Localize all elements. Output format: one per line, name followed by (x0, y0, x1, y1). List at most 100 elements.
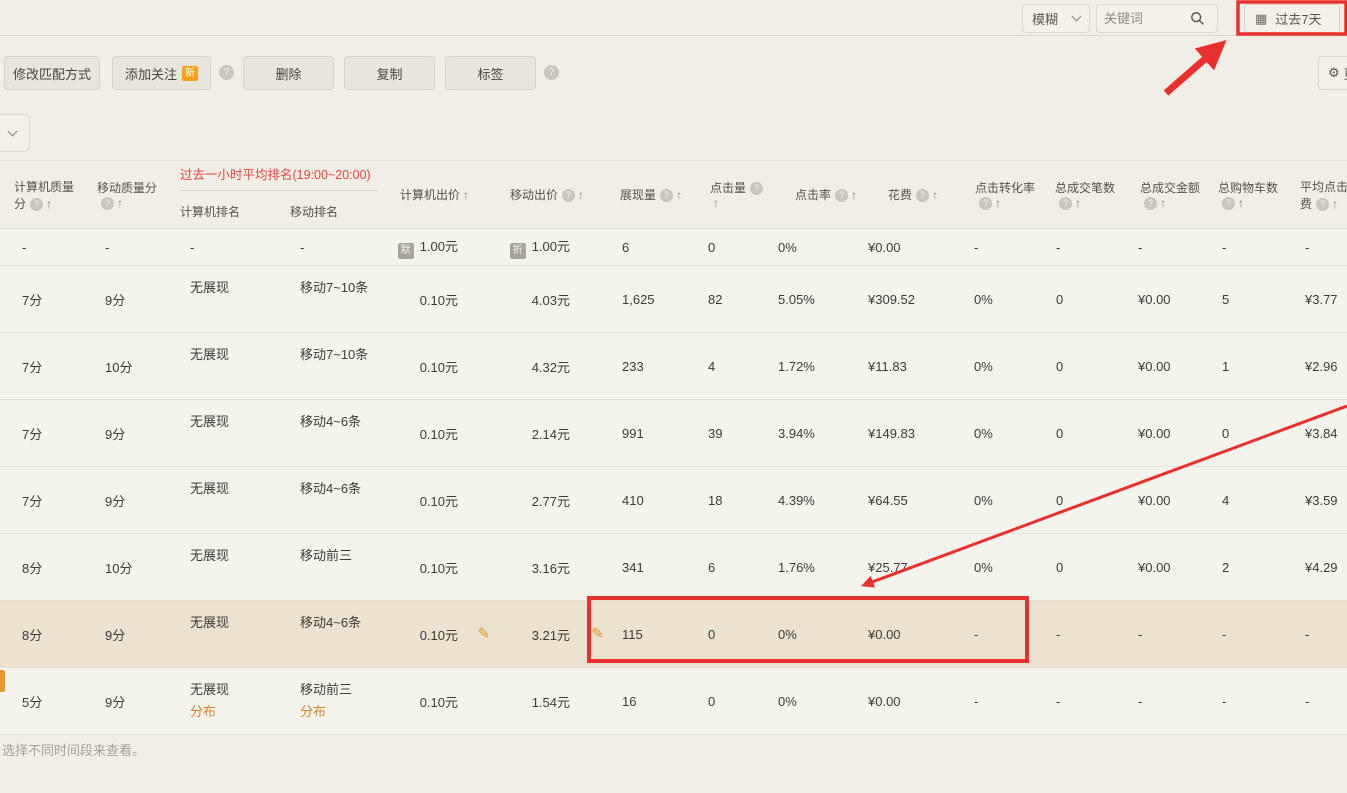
sort-arrow-icon[interactable]: ↑ (117, 196, 123, 210)
cell-revenue: ¥0.00 (1120, 400, 1200, 467)
header-cost[interactable]: 花费?↑ (860, 161, 960, 229)
header-carts[interactable]: 总购物车数?↑ (1200, 161, 1280, 229)
value: ¥0.00 (868, 694, 901, 709)
value: 0% (974, 359, 993, 374)
sort-arrow-icon[interactable]: ↑ (1075, 196, 1081, 210)
header-mobile-quality[interactable]: 移动质量分?↑ (83, 161, 166, 229)
value: 6 (708, 560, 715, 575)
cell-mobile-quality: 10分 (83, 534, 166, 601)
table-row[interactable]: 7分9分无展现移动7~10条0.10元4.03元1,625825.05%¥309… (0, 266, 1347, 333)
table-row[interactable]: 7分9分无展现移动4~6条0.10元2.77元410184.39%¥64.550… (0, 467, 1347, 534)
help-icon[interactable]: ? (219, 65, 234, 80)
header-mobile-bid[interactable]: 移动出价?↑ (497, 161, 607, 229)
cell-pc-rank: 无展现 (166, 400, 276, 467)
table-row[interactable]: 7分10分无展现移动7~10条0.10元4.32元23341.72%¥11.83… (0, 333, 1347, 400)
question-icon[interactable]: ? (835, 189, 848, 202)
header-pc-bid[interactable]: 计算机出价↑ (390, 161, 497, 229)
header-pc-rank[interactable]: 计算机排名 (166, 195, 276, 229)
sort-arrow-icon[interactable]: ↑ (463, 188, 469, 202)
table-row[interactable]: 7分9分无展现移动4~6条0.10元2.14元991393.94%¥149.83… (0, 400, 1347, 467)
header-orders[interactable]: 总成交笔数?↑ (1040, 161, 1120, 229)
value: 移动前三 (300, 548, 352, 563)
sort-arrow-icon[interactable]: ↑ (46, 197, 52, 211)
copy-button[interactable]: 复制 (344, 56, 435, 90)
sort-arrow-icon[interactable]: ↑ (995, 196, 1001, 210)
question-icon[interactable]: ? (1316, 198, 1329, 211)
table-row[interactable]: 5分9分无展现分布移动前三分布0.10元1.54元1600%¥0.00----- (0, 668, 1347, 735)
header-pc-quality[interactable]: 计算机质量分?↑ (0, 161, 83, 229)
date-range-button[interactable]: ▦ 过去7天 (1244, 4, 1340, 33)
edit-pencil-icon[interactable]: ✎ (591, 624, 604, 642)
value: - (105, 240, 109, 255)
keyword-search-box[interactable] (1096, 4, 1218, 33)
value: 无展现 (190, 548, 229, 563)
value: 7分 (22, 293, 42, 308)
value: 2.14元 (532, 427, 570, 442)
header-ctr[interactable]: 点击率?↑ (770, 161, 860, 229)
sort-arrow-icon[interactable]: ↑ (578, 188, 584, 202)
value: - (1222, 627, 1226, 642)
question-icon[interactable]: ? (562, 189, 575, 202)
header-clicks[interactable]: 点击量?↑ (700, 161, 770, 229)
sort-arrow-icon[interactable]: ↑ (713, 196, 719, 210)
question-icon[interactable]: ? (979, 197, 992, 210)
sort-arrow-icon[interactable]: ↑ (1332, 197, 1338, 211)
modify-match-button[interactable]: 修改匹配方式 (4, 56, 100, 90)
cell-mobile-bid: 3.21元✎ (497, 601, 607, 668)
cell-carts: 4 (1200, 467, 1280, 534)
value: 0 (1056, 560, 1063, 575)
pc-bid-badge-icon: 默 (398, 243, 414, 259)
question-icon[interactable]: ? (1059, 197, 1072, 210)
cell-pc-rank: 无展现分布 (166, 668, 276, 735)
distribution-link[interactable]: 分布 (300, 703, 390, 720)
keyword-search-input[interactable] (1104, 11, 1190, 26)
question-icon[interactable]: ? (660, 189, 673, 202)
cell-cpc: - (1280, 668, 1347, 735)
question-icon[interactable]: ? (1222, 197, 1235, 210)
value: ¥0.00 (1138, 426, 1171, 441)
value: ¥11.83 (868, 359, 907, 374)
edit-pencil-icon[interactable]: ✎ (477, 624, 490, 642)
cell-revenue: ¥0.00 (1120, 333, 1200, 400)
question-icon[interactable]: ? (101, 197, 114, 210)
question-icon[interactable]: ? (1144, 197, 1157, 210)
header-cpc[interactable]: 平均点击花费?↑ (1280, 161, 1347, 229)
value: 410 (622, 493, 644, 508)
distribution-link[interactable]: 分布 (190, 703, 276, 720)
delete-button[interactable]: 删除 (243, 56, 334, 90)
value: - (1138, 694, 1142, 709)
header-mobile-rank[interactable]: 移动排名 (276, 195, 390, 229)
sort-arrow-icon[interactable]: ↑ (932, 188, 938, 202)
header-cvr[interactable]: 点击转化率?↑ (960, 161, 1040, 229)
sort-arrow-icon[interactable]: ↑ (851, 188, 857, 202)
cell-mobile-quality: - (83, 229, 166, 266)
help-icon[interactable]: ? (544, 65, 559, 80)
table-row[interactable]: 8分10分无展现移动前三0.10元3.16元34161.76%¥25.770%0… (0, 534, 1347, 601)
sort-arrow-icon[interactable]: ↑ (1238, 196, 1244, 210)
cell-ctr: 1.76% (770, 534, 860, 601)
header-revenue[interactable]: 总成交金额?↑ (1120, 161, 1200, 229)
value: 3.94% (778, 426, 815, 441)
table-row[interactable]: 8分9分无展现移动4~6条0.10元✎3.21元✎11500%¥0.00----… (0, 601, 1347, 668)
cell-impressions: 233 (607, 333, 700, 400)
column-settings-button[interactable]: ⚙ 更 (1318, 56, 1347, 90)
cell-revenue: ¥0.00 (1120, 534, 1200, 601)
table-row[interactable]: ----默1.00元折1.00元600%¥0.00----- (0, 229, 1347, 266)
value: - (1056, 240, 1060, 255)
header-impressions[interactable]: 展现量?↑ (607, 161, 700, 229)
search-icon[interactable] (1190, 11, 1205, 26)
question-icon[interactable]: ? (30, 198, 43, 211)
sort-arrow-icon[interactable]: ↑ (1160, 196, 1166, 210)
question-icon[interactable]: ? (916, 189, 929, 202)
sort-arrow-icon[interactable]: ↑ (676, 188, 682, 202)
collapse-panel-button[interactable] (0, 114, 30, 152)
add-watch-button[interactable]: 添加关注 新 (112, 56, 211, 90)
question-icon[interactable]: ? (750, 182, 763, 195)
cell-carts: 5 (1200, 266, 1280, 333)
value: 1.54元 (532, 695, 570, 710)
fuzzy-match-dropdown[interactable]: 模糊 (1022, 4, 1090, 33)
tag-button[interactable]: 标签 (445, 56, 536, 90)
value: 4.03元 (532, 293, 570, 308)
cell-mobile-bid: 2.14元 (497, 400, 607, 467)
cell-carts: 0 (1200, 400, 1280, 467)
